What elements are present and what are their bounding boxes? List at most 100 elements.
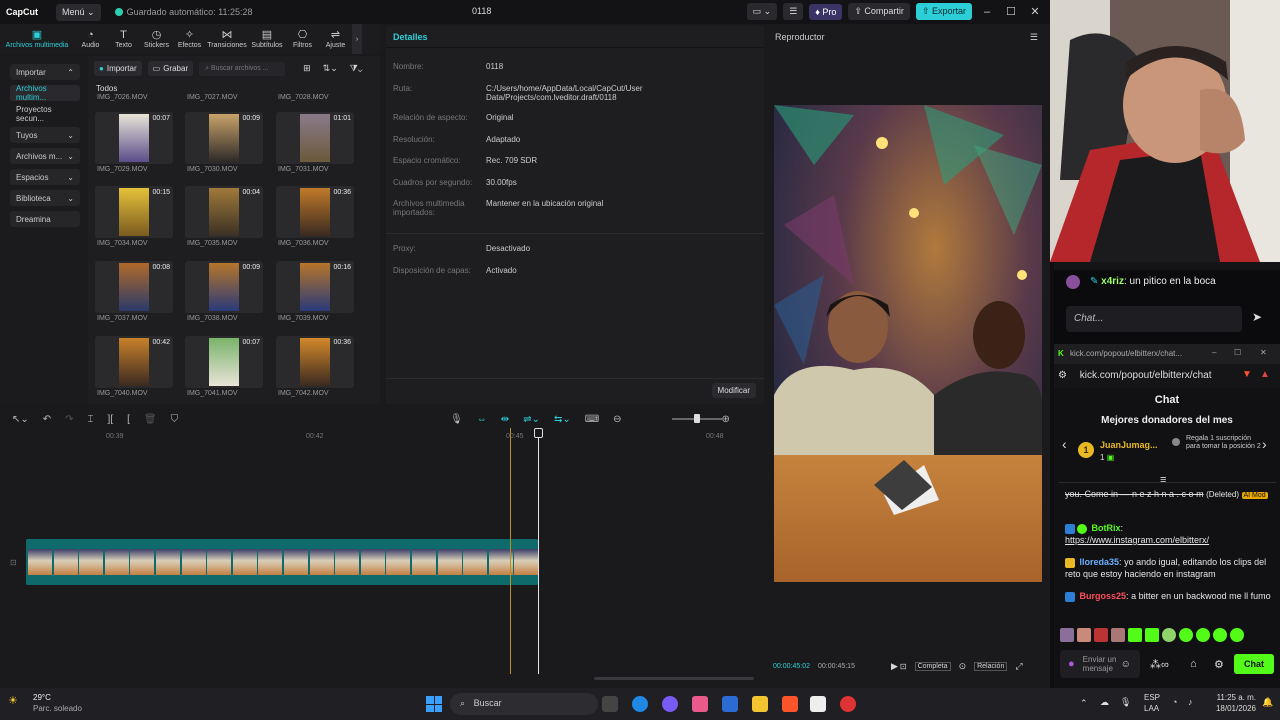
- emote-icon[interactable]: [1213, 628, 1227, 642]
- tab-transitions[interactable]: ⋈ Transiciones: [206, 24, 248, 54]
- media-thumbnail[interactable]: 00:04: [185, 186, 263, 238]
- playhead[interactable]: [538, 428, 539, 674]
- media-search-input[interactable]: ⌕ Buscar archivos ...: [199, 61, 286, 76]
- sidebar-item-library[interactable]: Biblioteca ⌄: [10, 190, 80, 206]
- ratio-button[interactable]: Relación: [974, 661, 1008, 671]
- tab-subtitles[interactable]: ▤ Subtítulos: [248, 24, 286, 54]
- link-icon[interactable]: ⇌⌄: [523, 414, 540, 425]
- maximize-icon[interactable]: ☐: [1002, 5, 1020, 18]
- zoom-in-icon[interactable]: ⊕: [722, 414, 730, 425]
- full-quality-button[interactable]: Completa: [914, 661, 951, 671]
- sidebar-item-spaces[interactable]: Espacios ⌄: [10, 169, 80, 185]
- extension-icon[interactable]: ▲: [1260, 369, 1270, 380]
- media-thumbnail[interactable]: 00:36: [276, 336, 354, 388]
- mic-icon[interactable]: ●: [1068, 658, 1075, 670]
- keyboard-lang[interactable]: ESP: [1144, 693, 1160, 702]
- keyboard-layout[interactable]: LAA: [1144, 704, 1159, 713]
- media-thumbnail[interactable]: 00:08: [95, 261, 173, 313]
- chevron-left-icon[interactable]: ‹: [1062, 436, 1067, 452]
- address-bar[interactable]: ⚙ kick.com/popout/elbitterx/chat ▼ ▲: [1054, 364, 1280, 388]
- capcut-icon[interactable]: [810, 696, 826, 712]
- sidebar-item-media-files[interactable]: Archivos m... ⌄: [10, 148, 80, 164]
- emote-icon[interactable]: [1145, 628, 1159, 642]
- tray-chevron-icon[interactable]: ⌃: [1080, 698, 1088, 709]
- record-button[interactable]: ▭ Grabar: [147, 61, 194, 76]
- select-tool-icon[interactable]: ↖⌄: [12, 414, 29, 425]
- delete-icon[interactable]: 🗑: [144, 414, 157, 425]
- chat-send-button[interactable]: Chat: [1234, 654, 1274, 674]
- task-view-icon[interactable]: [602, 696, 618, 712]
- volume-icon[interactable]: ♪: [1188, 697, 1193, 707]
- export-button[interactable]: ⇧ Exportar: [915, 3, 972, 20]
- tab-stickers[interactable]: ◷ Stickers: [140, 24, 173, 54]
- split-left-icon[interactable]: ][: [108, 414, 114, 425]
- start-icon[interactable]: [426, 696, 442, 712]
- brave-icon[interactable]: ▼: [1242, 369, 1252, 380]
- network-icon[interactable]: ◔: [1172, 697, 1177, 707]
- mic-tray-icon[interactable]: 🎙: [1120, 697, 1131, 708]
- emote-icon[interactable]: [1196, 628, 1210, 642]
- emoji-icon[interactable]: ☺: [1121, 659, 1131, 670]
- media-thumbnail[interactable]: 00:09: [185, 112, 263, 164]
- media-thumbnail[interactable]: 01:01: [276, 112, 354, 164]
- video-preview[interactable]: [774, 105, 1042, 582]
- share-button[interactable]: ⇪ Compartir: [848, 3, 910, 20]
- emote-icon[interactable]: [1060, 628, 1074, 642]
- media-thumbnail[interactable]: 00:07: [185, 336, 263, 388]
- onedrive-icon[interactable]: ☁: [1100, 697, 1109, 708]
- menu-button[interactable]: Menú ⌄: [56, 3, 101, 21]
- timeline-scrollbar[interactable]: [594, 677, 754, 680]
- emote-icon[interactable]: [1094, 628, 1108, 642]
- fullscreen-mini-icon[interactable]: ⊡: [900, 662, 907, 671]
- tab-effects[interactable]: ✧ Efectos: [173, 24, 206, 54]
- shortcuts-icon[interactable]: ☰: [783, 3, 804, 20]
- tab-adjust[interactable]: ⇌ Ajuste: [319, 24, 352, 54]
- grid-view-icon[interactable]: ⊞: [303, 63, 311, 74]
- media-thumbnail[interactable]: 00:16: [276, 261, 354, 313]
- magnet-icon[interactable]: ⇹: [501, 414, 509, 425]
- emote-icon[interactable]: [1128, 628, 1142, 642]
- emote-icon[interactable]: [1179, 628, 1193, 642]
- caption-icon[interactable]: ⌨: [585, 414, 599, 425]
- modify-button[interactable]: Modificar: [711, 383, 756, 398]
- send-icon[interactable]: ➤: [1252, 310, 1262, 324]
- minimize-icon[interactable]: –: [1212, 348, 1216, 357]
- maximize-icon[interactable]: ☐: [1234, 348, 1241, 357]
- obs-icon[interactable]: [840, 696, 856, 712]
- sidebar-item-dreamina[interactable]: Dreamina: [10, 211, 80, 227]
- sidebar-item-projects[interactable]: Proyectos secun...: [10, 105, 80, 123]
- shield-icon[interactable]: ⛉: [171, 414, 179, 425]
- chat-link[interactable]: https://www.instagram.com/elbitterx/: [1065, 535, 1209, 545]
- import-button[interactable]: ● Importar: [94, 61, 142, 76]
- settings-icon[interactable]: ⚙: [1214, 658, 1224, 671]
- app-icon[interactable]: [692, 696, 708, 712]
- taskbar-search[interactable]: ⌕ Buscar: [450, 693, 598, 715]
- tab-media[interactable]: ▣ Archivos multimedia: [0, 24, 74, 54]
- toolbar-more-icon[interactable]: ›: [352, 24, 362, 54]
- split-right-icon[interactable]: [: [127, 414, 130, 425]
- send-message-input[interactable]: ● Enviar un mensaje ☺: [1060, 650, 1140, 678]
- media-thumbnail[interactable]: 00:36: [276, 186, 354, 238]
- crop-icon[interactable]: ⊙: [959, 661, 967, 672]
- store-icon[interactable]: [722, 696, 738, 712]
- tab-filters[interactable]: ⎔ Filtros: [286, 24, 319, 54]
- redo-icon[interactable]: ↷: [65, 414, 73, 425]
- edge-icon[interactable]: [632, 696, 648, 712]
- undo-icon[interactable]: ↶: [43, 414, 51, 425]
- pinned-collapse-icon[interactable]: ≡: [1160, 474, 1166, 486]
- layout-icon[interactable]: ▭ ⌄: [746, 3, 778, 20]
- preview-axis-icon[interactable]: ⇆⌄: [554, 414, 571, 425]
- sidebar-item-import[interactable]: Importar ⌃: [10, 64, 80, 80]
- close-icon[interactable]: ✕: [1260, 348, 1267, 357]
- sidebar-item-media[interactable]: Archivos multim...: [10, 84, 80, 102]
- close-icon[interactable]: ✕: [1026, 5, 1044, 18]
- emote-icon[interactable]: [1077, 628, 1091, 642]
- sidebar-item-yours[interactable]: Tuyos ⌄: [10, 127, 80, 143]
- sort-icon[interactable]: ⇅⌄: [323, 63, 338, 74]
- chat-input[interactable]: Chat...: [1066, 306, 1242, 332]
- tab-text[interactable]: T Texto: [107, 24, 140, 54]
- copilot-icon[interactable]: [662, 696, 678, 712]
- split-icon[interactable]: ⌶: [88, 414, 94, 425]
- emote-icon[interactable]: [1111, 628, 1125, 642]
- explorer-icon[interactable]: [752, 696, 768, 712]
